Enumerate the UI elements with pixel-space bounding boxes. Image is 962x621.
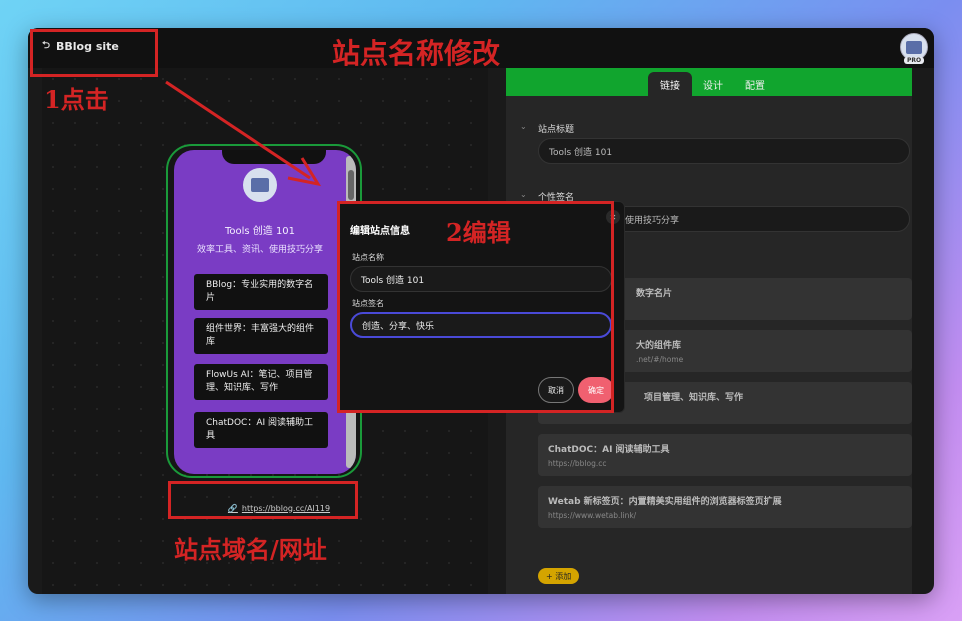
arrow-shaft xyxy=(165,80,311,180)
arrow-head xyxy=(287,157,322,187)
annotation-arrow xyxy=(165,80,322,187)
